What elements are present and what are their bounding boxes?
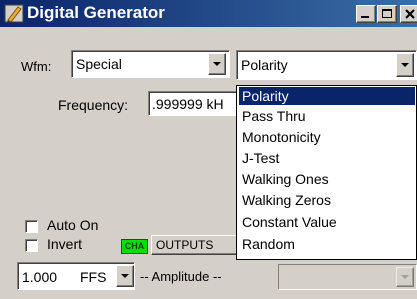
maximize-button[interactable] bbox=[377, 5, 397, 23]
amplitude-unit-dropdown-button[interactable] bbox=[396, 267, 414, 287]
frequency-input[interactable]: .999999 kH bbox=[148, 91, 240, 116]
close-button[interactable] bbox=[400, 5, 417, 23]
amplitude-dropdown-button[interactable] bbox=[116, 265, 134, 287]
invert-label: Invert bbox=[47, 236, 83, 252]
frequency-label: Frequency: bbox=[58, 97, 129, 113]
channel-badge: CHA bbox=[121, 239, 148, 254]
waveform-label: Wfm: bbox=[21, 59, 52, 74]
outputs-button[interactable]: OUTPUTS bbox=[151, 235, 241, 255]
dropdown-option-constant-value[interactable]: Constant Value bbox=[239, 213, 415, 231]
chevron-down-icon bbox=[401, 63, 409, 67]
amplitude-select[interactable]: 1.000 FFS bbox=[17, 262, 135, 290]
maximize-icon bbox=[382, 9, 392, 18]
title-bar[interactable]: Digital Generator bbox=[0, 0, 417, 27]
waveform-dropdown-button[interactable] bbox=[208, 53, 226, 75]
close-icon bbox=[405, 9, 415, 19]
frequency-value: .999999 kH bbox=[152, 96, 224, 112]
minimize-button[interactable] bbox=[356, 5, 376, 23]
dropdown-option-walking-ones[interactable]: Walking Ones bbox=[239, 170, 415, 188]
app-icon bbox=[4, 4, 24, 23]
special-type-dropdown-list: Polarity Pass Thru Monotonicity J-Test W… bbox=[236, 85, 417, 260]
special-type-select[interactable]: Polarity bbox=[236, 50, 417, 80]
dropdown-option-pass-thru[interactable]: Pass Thru bbox=[239, 107, 415, 125]
chevron-down-icon bbox=[121, 274, 129, 278]
invert-checkbox[interactable] bbox=[25, 239, 38, 252]
waveform-value: Special bbox=[76, 56, 122, 72]
chevron-down-icon bbox=[401, 275, 409, 279]
digital-generator-window: Digital Generator Wfm: Special Polarity … bbox=[0, 0, 417, 299]
special-type-dropdown-button[interactable] bbox=[396, 53, 414, 77]
amplitude-unit: FFS bbox=[80, 269, 107, 285]
auto-on-checkbox[interactable] bbox=[25, 220, 38, 233]
amplitude-value: 1.000 bbox=[22, 269, 58, 285]
dropdown-option-walking-zeros[interactable]: Walking Zeros bbox=[239, 191, 415, 209]
dropdown-option-polarity[interactable]: Polarity bbox=[239, 87, 415, 105]
window-title: Digital Generator bbox=[27, 3, 165, 22]
chevron-down-icon bbox=[213, 62, 221, 66]
waveform-select[interactable]: Special bbox=[71, 50, 230, 78]
dropdown-option-monotonicity[interactable]: Monotonicity bbox=[239, 128, 415, 146]
amplitude-unit-select[interactable] bbox=[278, 264, 417, 290]
dropdown-option-j-test[interactable]: J-Test bbox=[239, 149, 415, 167]
minimize-icon bbox=[361, 16, 369, 18]
dropdown-option-random[interactable]: Random bbox=[239, 235, 415, 253]
auto-on-label: Auto On bbox=[47, 217, 99, 233]
special-type-value: Polarity bbox=[241, 57, 288, 73]
amplitude-label: -- Amplitude -- bbox=[140, 269, 222, 284]
